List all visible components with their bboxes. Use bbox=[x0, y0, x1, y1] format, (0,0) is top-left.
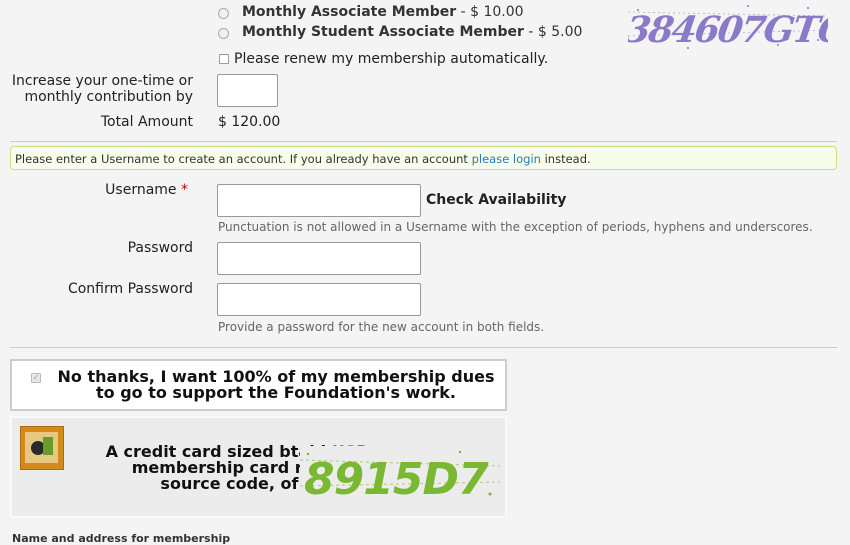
check-availability-button[interactable]: Check Availability bbox=[426, 192, 566, 208]
option-monthly-associate: Monthly Associate Member - $ 10.00 bbox=[242, 4, 524, 20]
captcha-image-top: 384607GTQ bbox=[628, 5, 828, 51]
donate-option-text: No thanks, I want 100% of my membership … bbox=[57, 367, 495, 402]
login-link[interactable]: please login bbox=[472, 152, 541, 166]
captcha-text-top: 384607GTQ bbox=[628, 8, 828, 51]
radio-monthly-associate[interactable] bbox=[218, 8, 229, 19]
confirm-password-hint: Provide a password for the new account i… bbox=[218, 320, 545, 334]
username-label: Username * bbox=[105, 182, 188, 198]
donate-option-box[interactable]: ✓ No thanks, I want 100% of my membershi… bbox=[10, 359, 507, 411]
contribution-label: Increase your one-time or monthly contri… bbox=[11, 73, 193, 105]
renew-label: Please renew my membership automatically… bbox=[234, 51, 549, 67]
card-offer-box[interactable]: A credit card sized btabl USB membership… bbox=[10, 416, 507, 518]
donate-checkbox[interactable]: ✓ bbox=[31, 373, 41, 383]
confirm-password-input[interactable] bbox=[217, 283, 421, 316]
option-monthly-student: Monthly Student Associate Member - $ 5.0… bbox=[242, 24, 583, 40]
username-hint: Punctuation is not allowed in a Username… bbox=[218, 220, 813, 234]
divider bbox=[10, 347, 837, 348]
total-value: $ 120.00 bbox=[218, 114, 281, 130]
section-heading: Name and address for membership bbox=[12, 532, 231, 545]
renew-checkbox[interactable] bbox=[219, 54, 229, 64]
username-input[interactable] bbox=[217, 184, 421, 217]
password-label: Password bbox=[127, 240, 193, 256]
divider bbox=[10, 141, 837, 142]
captcha-text-bottom: 8915D7 bbox=[304, 454, 489, 502]
captcha-image-bottom: 8915D7 bbox=[300, 446, 500, 502]
account-notice: Please enter a Username to create an acc… bbox=[10, 146, 837, 170]
radio-monthly-student[interactable] bbox=[218, 28, 229, 39]
total-label: Total Amount bbox=[100, 114, 193, 130]
required-mark: * bbox=[181, 182, 188, 198]
membership-card-thumbnail bbox=[20, 426, 64, 470]
contribution-input[interactable] bbox=[217, 74, 278, 107]
password-input[interactable] bbox=[217, 242, 421, 275]
confirm-password-label: Confirm Password bbox=[67, 281, 193, 297]
